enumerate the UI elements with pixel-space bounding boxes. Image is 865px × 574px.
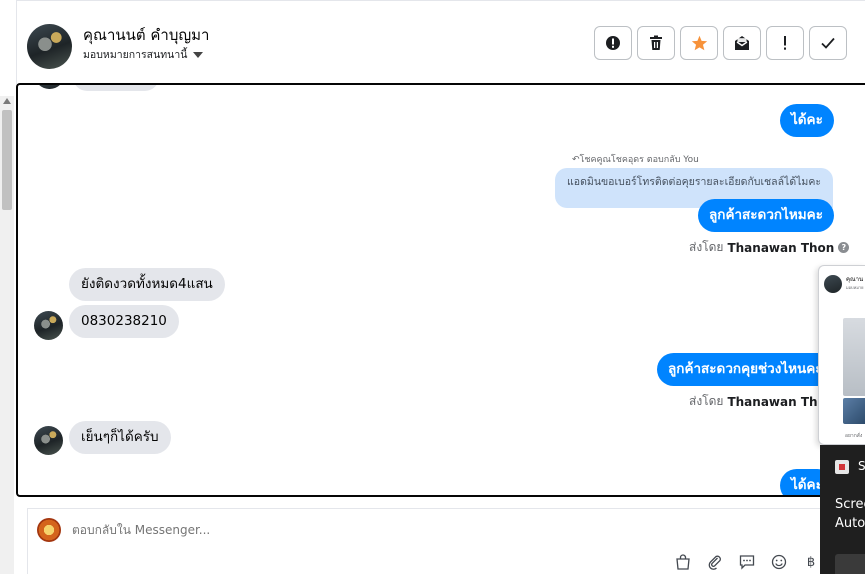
- sent-by-label: ส่งโดย Thanawan Thon: [689, 394, 835, 409]
- notification-title: Scree: [835, 497, 865, 512]
- outgoing-message[interactable]: ลูกค้าสะดวกไหมคะ: [698, 199, 834, 232]
- delete-button[interactable]: [637, 26, 675, 60]
- reply-arrow-icon: ↶: [572, 155, 580, 165]
- trash-icon: [650, 35, 662, 50]
- chat-preview-popup[interactable]: คุณาน มอบหมาย อยากสั่ง: [818, 265, 865, 445]
- scrollbar-thumb[interactable]: [2, 110, 12, 210]
- page-avatar: [37, 518, 61, 542]
- exclamation-icon: [784, 36, 786, 50]
- caret-down-icon: [193, 51, 204, 58]
- notification-body: Auto: [835, 516, 865, 531]
- outgoing-message[interactable]: ได้คะ: [780, 104, 834, 137]
- composer-tools: ฿: [674, 553, 820, 571]
- snipping-tool-icon: [835, 460, 849, 474]
- avatar: [34, 426, 63, 455]
- conversation-header: คุณานนต์ คำบุญมา มอบหมายการสนทนานี้: [17, 4, 865, 84]
- notification-app-name: S: [858, 459, 865, 473]
- help-icon[interactable]: ?: [838, 242, 850, 253]
- incoming-message[interactable]: ยังติดงวดทั้งหมด4แสน: [69, 268, 225, 301]
- mark-unread-icon: [735, 36, 749, 50]
- shop-bag-icon[interactable]: [674, 553, 692, 571]
- sent-by-label: ส่งโดย Thanawan Thon ?: [689, 238, 850, 257]
- outgoing-message[interactable]: ลูกค้าสะดวกคุยช่วงไหนคะ: [657, 353, 834, 386]
- popup-contact-name: คุณาน: [846, 276, 864, 283]
- incoming-message[interactable]: 0830238210: [69, 305, 179, 338]
- image-thumbnail[interactable]: [843, 318, 865, 396]
- incoming-message[interactable]: เย็นๆก็ได้ครับ: [69, 421, 171, 454]
- alert-circle-icon: [606, 36, 620, 50]
- saved-replies-icon[interactable]: [738, 553, 756, 571]
- mark-spam-button[interactable]: [594, 26, 632, 60]
- baht-payment-icon[interactable]: ฿: [802, 553, 820, 571]
- mark-unread-button[interactable]: [723, 26, 761, 60]
- reply-context-label: ↶โชคคูณโชคอุดร ตอบกลับ You: [572, 155, 699, 165]
- avatar: [34, 311, 63, 340]
- page-scrollbar[interactable]: [0, 96, 14, 574]
- popup-contact-sub: มอบหมาย: [846, 285, 864, 290]
- emoji-icon[interactable]: [770, 553, 788, 571]
- image-thumbnail[interactable]: [843, 398, 865, 424]
- follow-up-button[interactable]: [766, 26, 804, 60]
- popup-caption: อยากสั่ง: [845, 433, 863, 439]
- star-icon: [691, 35, 707, 51]
- incoming-message: [73, 85, 159, 91]
- scroll-up-arrow-icon[interactable]: [3, 98, 11, 104]
- paperclip-icon[interactable]: [706, 553, 724, 571]
- reply-composer: ฿: [27, 508, 827, 574]
- header-actions: [594, 26, 847, 60]
- assign-conversation-dropdown[interactable]: มอบหมายการสนทนานี้: [83, 46, 204, 63]
- notification-action-button[interactable]: [835, 554, 865, 574]
- message-thread[interactable]: ได้คะ ↶โชคคูณโชคอุดร ตอบกลับ You แอดมินข…: [16, 83, 865, 497]
- contact-avatar[interactable]: [27, 24, 72, 69]
- check-icon: [821, 37, 835, 49]
- avatar: [35, 85, 64, 89]
- reply-input[interactable]: [72, 523, 672, 537]
- contact-name[interactable]: คุณานนต์ คำบุญมา: [83, 23, 209, 47]
- mark-done-button[interactable]: [809, 26, 847, 60]
- avatar: [824, 275, 842, 293]
- system-notification[interactable]: S Scree Auto: [820, 445, 865, 574]
- assign-label: มอบหมายการสนทนานี้: [83, 49, 188, 61]
- star-button[interactable]: [680, 26, 718, 60]
